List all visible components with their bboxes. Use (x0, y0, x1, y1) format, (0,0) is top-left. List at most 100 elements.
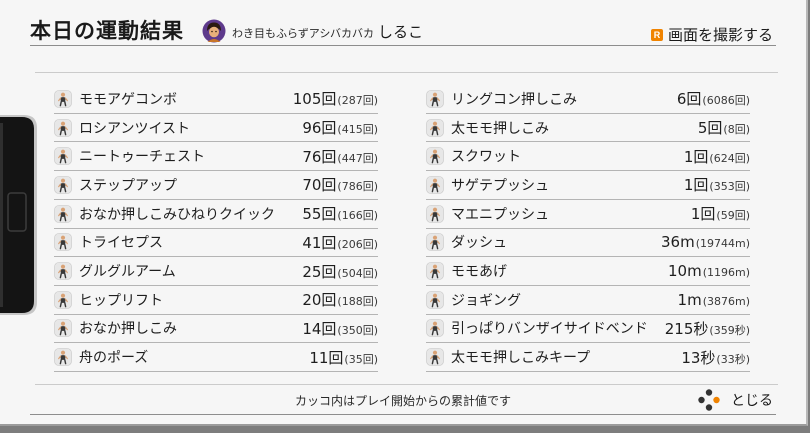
exercise-figure-icon (54, 262, 72, 280)
cumulative-count: (353回) (709, 180, 750, 194)
exercise-name: ダッシュ (451, 235, 507, 252)
header-divider (30, 45, 776, 46)
bottom-divider (30, 414, 776, 415)
today-count: 1回 (683, 147, 709, 166)
exercise-row: ステップアップ 70回 (786回) (54, 171, 378, 200)
exercise-values: 105回 (287回) (293, 88, 378, 109)
exercise-name: モモあげ (451, 264, 507, 281)
exercise-name: グルグルアーム (79, 264, 176, 281)
exercise-row: ヒップリフト 20回 (188回) (54, 286, 378, 315)
exercise-figure-icon (426, 291, 444, 309)
exercise-name: 引っぱりバンザイサイドベンド (451, 321, 648, 338)
exercise-name: ニートゥーチェスト (79, 149, 205, 166)
cumulative-count: (504回) (337, 266, 378, 280)
today-count: 10m (668, 262, 702, 281)
exercise-values: 76回 (447回) (302, 146, 378, 167)
exercise-row: おなか押しこみ 14回 (350回) (54, 315, 378, 344)
exercise-values: 6回 (6086回) (677, 88, 750, 109)
exercise-row: トライセプス 41回 (206回) (54, 229, 378, 258)
exercise-row: ジョギング 1m (3876m) (426, 286, 750, 315)
exercise-values: 55回 (166回) (302, 203, 378, 224)
cumulative-count: (59回) (716, 209, 750, 223)
player-info: わき目もふらずアシバカバカ しるこ (232, 21, 423, 42)
exercise-figure-icon (54, 90, 72, 108)
player-title: わき目もふらずアシバカバカ (232, 27, 375, 40)
today-count: 1回 (690, 205, 716, 224)
today-count: 36m (661, 233, 695, 252)
exercise-row: マエニプッシュ 1回 (59回) (426, 200, 750, 229)
cumulative-count: (35回) (344, 352, 378, 366)
today-count: 55回 (302, 205, 337, 224)
controller-silhouette-icon (0, 115, 37, 315)
cumulative-count: (1196m) (702, 266, 750, 280)
exercise-name: ステップアップ (79, 177, 177, 194)
exercise-figure-icon (426, 205, 444, 223)
page-title: 本日の運動結果 (30, 19, 184, 43)
player-avatar-icon (202, 19, 226, 43)
exercise-name: ヒップリフト (79, 292, 163, 309)
exercise-row: 舟のポーズ 11回 (35回) (54, 343, 378, 372)
close-button[interactable]: とじる (698, 389, 773, 411)
exercise-figure-icon (426, 147, 444, 165)
exercise-figure-icon (54, 319, 72, 337)
exercise-values: 11回 (35回) (309, 347, 378, 368)
cumulative-count: (19744m) (695, 237, 750, 251)
cumulative-count: (166回) (337, 209, 378, 223)
exercise-name: スクワット (451, 149, 521, 166)
exercise-name: 太モモ押しこみキープ (451, 350, 591, 367)
exercise-row: ダッシュ 36m (19744m) (426, 229, 750, 258)
exercise-values: 25回 (504回) (302, 261, 378, 282)
results-column-right: リングコン押しこみ 6回 (6086回) 太モモ押しこみ 5回 (8回) スクワ… (426, 85, 750, 372)
today-count: 6回 (676, 90, 702, 109)
exercise-row: 太モモ押しこみキープ 13秒 (33秒) (426, 343, 750, 372)
exercise-row: ニートゥーチェスト 76回 (447回) (54, 142, 378, 172)
exercise-values: 5回 (8回) (698, 117, 750, 138)
exercise-values: 1回 (353回) (684, 174, 750, 195)
cumulative-count: (206回) (337, 237, 378, 251)
cumulative-count: (287回) (337, 94, 378, 108)
exercise-row: サゲテプッシュ 1回 (353回) (426, 171, 750, 200)
exercise-values: 1m (3876m) (678, 291, 750, 309)
today-count: 105回 (292, 90, 337, 109)
cumulative-count: (6086回) (702, 94, 750, 108)
footer-divider (35, 384, 778, 385)
cumulative-count: (188回) (337, 295, 378, 309)
capture-screen-button[interactable]: R 画面を撮影する (651, 24, 773, 45)
cumulative-count: (8回) (723, 123, 750, 137)
face-buttons-icon (698, 389, 720, 411)
results-screen: 本日の運動結果 わき目もふらずアシバカバカ しるこ R 画面を撮影する モモアゲ… (0, 0, 808, 426)
exercise-figure-icon (426, 176, 444, 194)
exercise-values: 20回 (188回) (302, 289, 378, 310)
exercise-figure-icon (54, 348, 72, 366)
exercise-values: 14回 (350回) (302, 318, 378, 339)
today-count: 11回 (309, 348, 344, 367)
exercise-name: トライセプス (79, 235, 163, 252)
exercise-figure-icon (54, 119, 72, 137)
exercise-row: 太モモ押しこみ 5回 (8回) (426, 114, 750, 143)
exercise-values: 13秒 (33秒) (681, 347, 750, 368)
exercise-values: 41回 (206回) (302, 232, 378, 253)
exercise-figure-icon (54, 205, 72, 223)
cumulative-count: (447回) (337, 151, 378, 165)
exercise-values: 10m (1196m) (668, 262, 750, 280)
exercise-figure-icon (426, 233, 444, 251)
exercise-row: モモあげ 10m (1196m) (426, 257, 750, 286)
exercise-name: 太モモ押しこみ (451, 120, 549, 137)
cumulative-count: (786回) (337, 180, 378, 194)
exercise-values: 96回 (415回) (302, 117, 378, 138)
close-label: とじる (731, 393, 773, 409)
today-count: 1m (677, 290, 702, 309)
cumulative-count: (624回) (709, 151, 750, 165)
exercise-name: マエニプッシュ (451, 206, 549, 223)
today-count: 25回 (302, 262, 337, 281)
exercise-row: おなか押しこみひねりクイック 55回 (166回) (54, 200, 378, 229)
today-count: 1回 (683, 176, 709, 195)
cumulative-count: (415回) (337, 123, 378, 137)
today-count: 215秒 (664, 319, 709, 338)
list-top-divider (35, 72, 778, 73)
exercise-name: 舟のポーズ (79, 350, 149, 367)
exercise-values: 1回 (59回) (691, 203, 750, 224)
exercise-values: 1回 (624回) (684, 146, 750, 167)
exercise-values: 215秒 (359秒) (665, 318, 750, 339)
exercise-name: おなか押しこみひねりクイック (79, 206, 275, 223)
